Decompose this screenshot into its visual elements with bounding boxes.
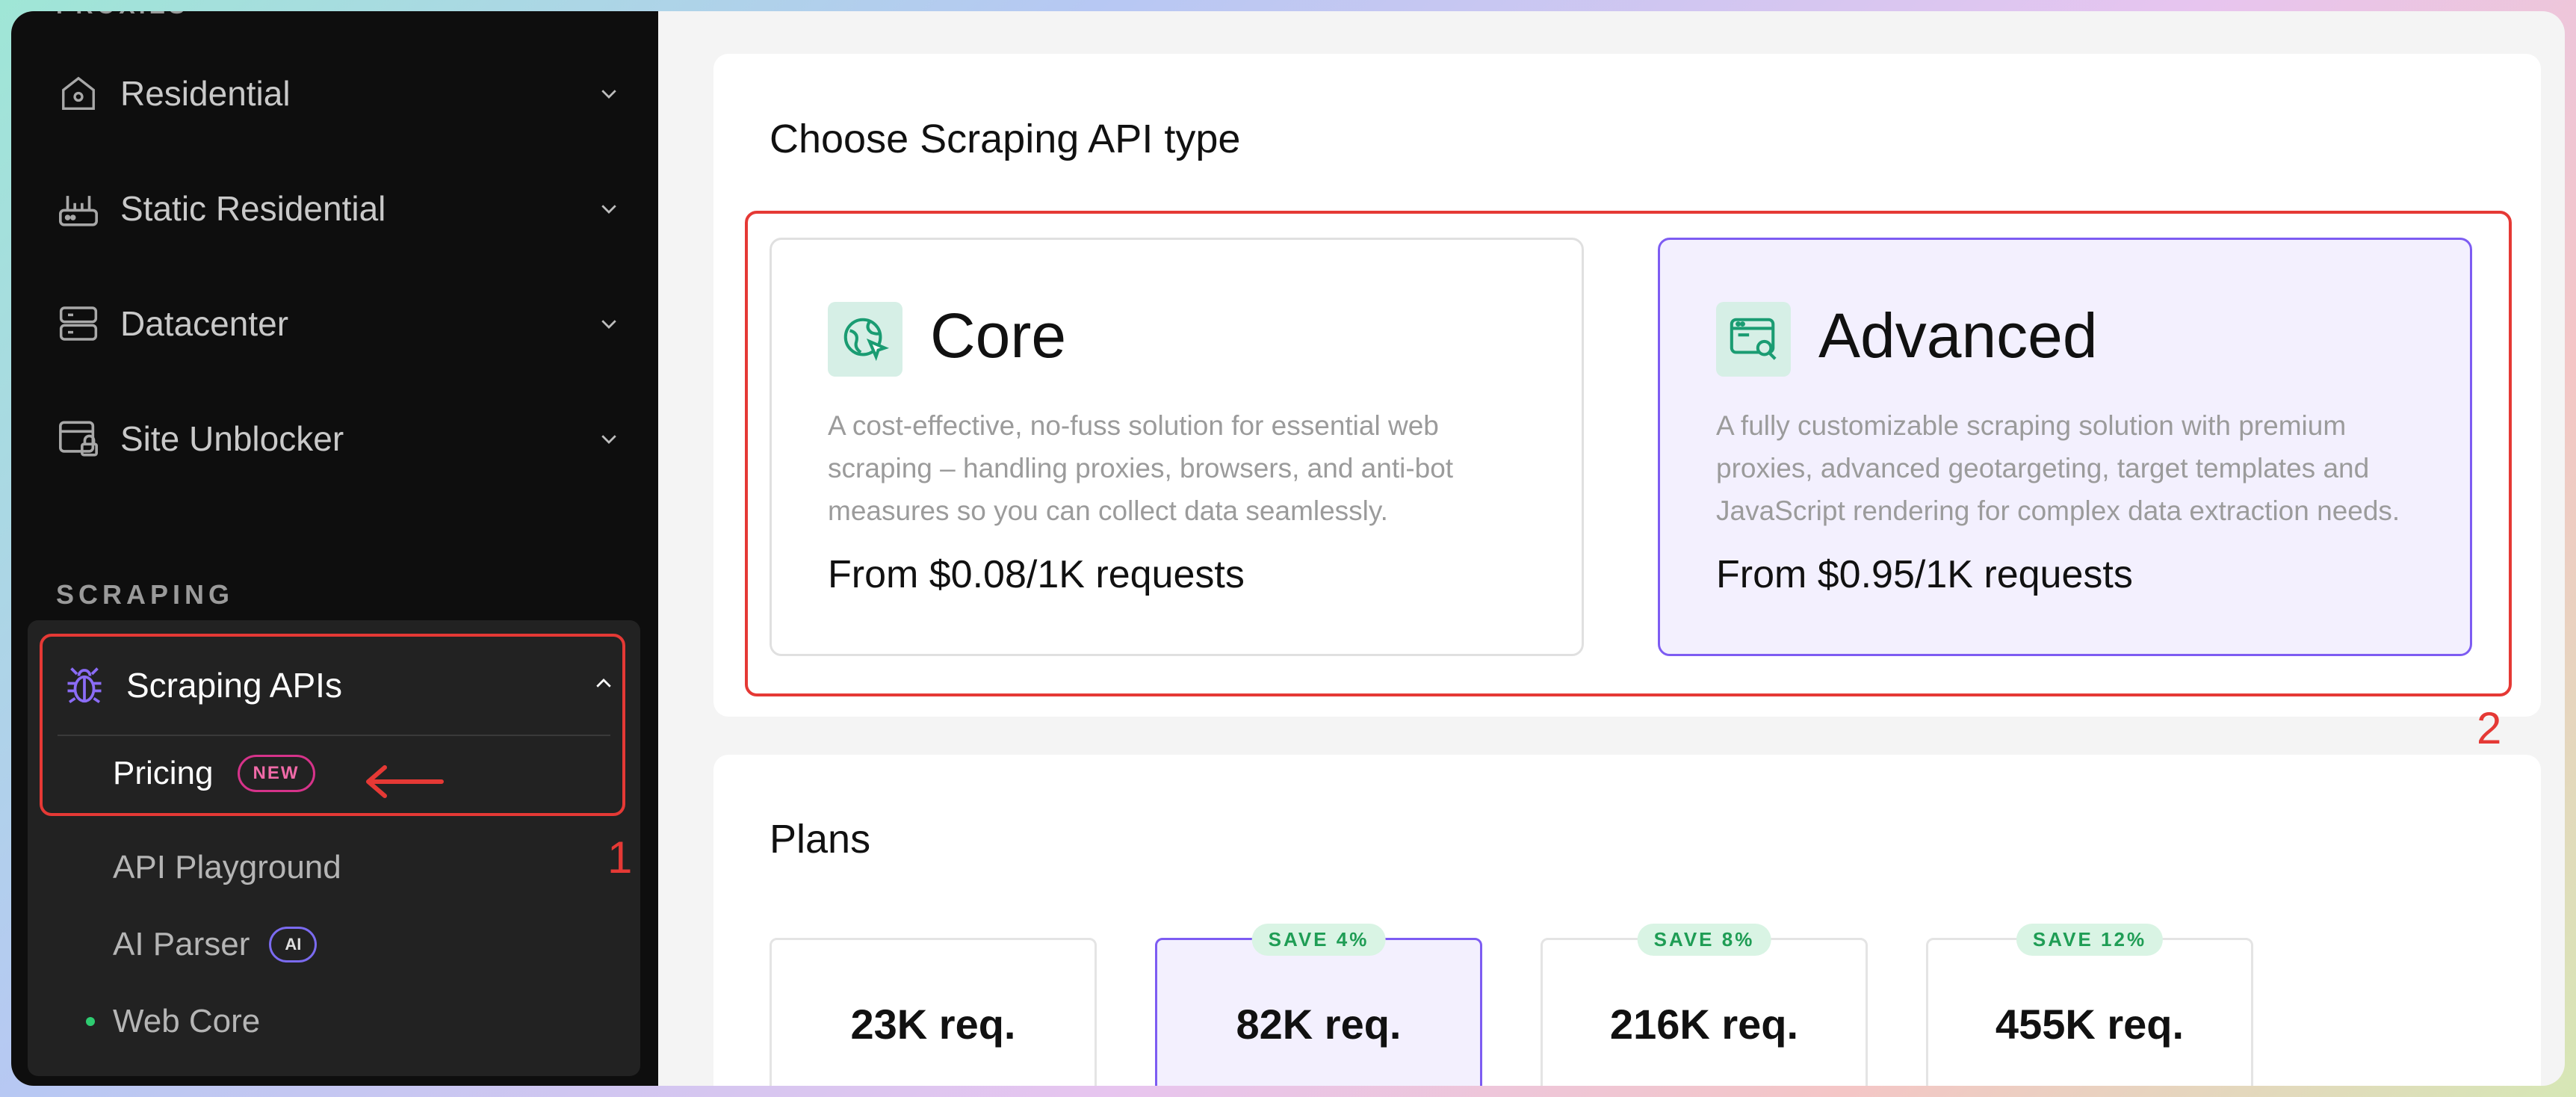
- sidebar-subitem-label: AI Parser: [113, 926, 250, 962]
- ai-badge: AI: [269, 927, 318, 962]
- annotation-number-2: 2: [2477, 703, 2502, 753]
- plan-option[interactable]: SAVE 8% 216K req.: [1541, 924, 1868, 1086]
- chevron-down-icon: [594, 78, 624, 108]
- plan-requests: 82K req.: [1236, 1001, 1402, 1048]
- router-icon: [56, 186, 101, 231]
- save-badge: SAVE 4%: [1251, 924, 1386, 956]
- plan-option[interactable]: SAVE 4% 82K req.: [1155, 924, 1482, 1086]
- plan-option[interactable]: 23K req.: [770, 938, 1097, 1086]
- sidebar-item-label: Static Residential: [120, 189, 386, 228]
- annotation-highlight-1: [40, 634, 625, 816]
- plan-requests: 216K req.: [1609, 1001, 1799, 1048]
- home-icon: [56, 71, 101, 116]
- sidebar-item-static-residential[interactable]: Static Residential: [56, 164, 624, 253]
- sidebar-item-label: Datacenter: [120, 304, 289, 343]
- plan-option[interactable]: SAVE 12% 455K req.: [1926, 924, 2253, 1086]
- section-label-scraping: SCRAPING: [56, 579, 235, 610]
- save-badge: SAVE 8%: [1637, 924, 1771, 956]
- sidebar-item-datacenter[interactable]: Datacenter: [56, 279, 624, 368]
- chevron-down-icon: [594, 194, 624, 223]
- plan-requests: 455K req.: [1995, 1001, 2185, 1048]
- sidebar: PROXIES Residential Static Residential: [11, 11, 658, 1086]
- plan-requests: 23K req.: [850, 1001, 1016, 1048]
- section-label-proxies: PROXIES: [56, 11, 188, 19]
- sidebar-subitem-label: API Playground: [113, 849, 341, 886]
- chevron-down-icon: [594, 309, 624, 339]
- sidebar-subitem-ai-parser[interactable]: AI Parser AI: [113, 915, 318, 974]
- annotation-arrow-icon: [366, 765, 444, 798]
- sidebar-item-site-unblocker[interactable]: Site Unblocker: [56, 394, 624, 483]
- annotation-highlight-2: [745, 211, 2512, 696]
- annotation-number-1: 1: [607, 832, 633, 883]
- page-title: Choose Scraping API type: [770, 117, 1241, 161]
- sidebar-subitem-label: Web Core: [113, 1003, 261, 1039]
- plans-title: Plans: [770, 817, 871, 862]
- chevron-down-icon: [594, 424, 624, 454]
- app-frame: PROXIES Residential Static Residential: [11, 11, 2565, 1086]
- browser-lock-icon: [56, 416, 101, 461]
- status-dot-icon: [86, 1017, 95, 1026]
- save-badge: SAVE 12%: [2016, 924, 2164, 956]
- server-icon: [56, 301, 101, 346]
- sidebar-item-label: Site Unblocker: [120, 419, 344, 458]
- sidebar-item-residential[interactable]: Residential: [56, 49, 624, 138]
- sidebar-item-label: Residential: [120, 74, 291, 113]
- sidebar-subitem-api-playground[interactable]: API Playground: [113, 838, 341, 897]
- sidebar-subitem-web-core[interactable]: Web Core: [113, 992, 260, 1051]
